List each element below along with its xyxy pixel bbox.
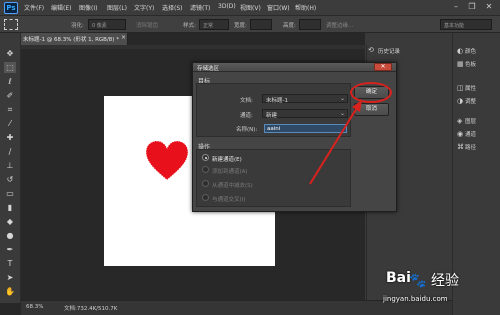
subtract-from-channel-radio[interactable]: [202, 180, 209, 187]
layers-panel-tab[interactable]: ◈ 图层: [457, 117, 476, 129]
height-label: 高度:: [283, 23, 296, 29]
color-panel-label: 颜色: [465, 49, 477, 55]
document-size: 文档:732.4K/510.7K: [64, 306, 118, 312]
menu-window[interactable]: 窗口(W): [267, 3, 290, 12]
eraser-tool-icon[interactable]: ▭: [4, 188, 16, 199]
paths-panel-label: 路径: [465, 145, 477, 151]
dialog-titlebar[interactable]: [193, 63, 396, 72]
menu-filter[interactable]: 滤镜(T): [190, 3, 210, 12]
marquee-tool-preset-icon[interactable]: [4, 19, 18, 30]
lasso-tool-icon[interactable]: ℓ: [4, 76, 16, 87]
paths-icon: ⌘: [457, 143, 464, 151]
adjustments-panel-label: 调整: [465, 99, 477, 105]
channels-icon: ◉: [457, 130, 464, 138]
document-select-value: 未标题-1: [266, 98, 288, 104]
healing-brush-tool-icon[interactable]: ✚: [4, 132, 16, 143]
adjust2-icon: ◑: [457, 97, 464, 105]
properties-panel-label: 属性: [465, 86, 477, 92]
document-tab-label: 未标题-1 @ 68.3% (形状 1, RGB/8) *: [23, 37, 119, 43]
watermark-brand-left: Bai: [386, 270, 411, 286]
menu-layer[interactable]: 图层(L): [107, 3, 127, 12]
menu-type[interactable]: 文字(Y): [134, 3, 154, 12]
style-select[interactable]: 正常: [199, 19, 229, 30]
eyedropper-tool-icon[interactable]: ⁄: [4, 118, 16, 129]
clone-stamp-tool-icon[interactable]: ⊥: [4, 160, 16, 171]
subtract-from-channel-label[interactable]: 从通道中减去(S): [212, 181, 253, 189]
menu-image[interactable]: 图像(I): [79, 3, 97, 12]
watermark-url: jingyan.baidu.com: [383, 295, 448, 303]
swatches-panel-label: 色板: [465, 62, 477, 68]
history-icon[interactable]: ⟲: [368, 46, 374, 54]
workspace-select[interactable]: 基本功能: [440, 19, 492, 30]
adjustments-panel-tab[interactable]: ◑ 调整: [457, 97, 476, 109]
adjust-icon: ◫: [457, 84, 464, 92]
menu-help[interactable]: 帮助(H): [295, 3, 316, 12]
height-input[interactable]: [299, 19, 321, 30]
menu-3d[interactable]: 3D(D): [218, 3, 236, 10]
width-input[interactable]: [250, 19, 272, 30]
menu-edit[interactable]: 编辑(E): [51, 3, 71, 12]
menu-view[interactable]: 视图(V): [240, 3, 261, 12]
layers-icon: ◈: [457, 117, 463, 125]
type-tool-icon[interactable]: T: [4, 258, 16, 269]
window-close-button[interactable]: ✕: [481, 1, 497, 13]
gradient-tool-icon[interactable]: ▮: [4, 202, 16, 213]
name-label: 名称(N):: [236, 127, 258, 133]
move-tool-icon[interactable]: ✥: [4, 48, 16, 59]
baidu-paw-icon: 🐾: [409, 273, 427, 289]
feather-label: 羽化:: [71, 23, 84, 29]
feather-input[interactable]: 0 像素: [88, 19, 126, 30]
layers-panel-label: 图层: [465, 119, 477, 125]
heart-shape[interactable]: [145, 140, 189, 182]
width-label: 宽度:: [234, 23, 247, 29]
dialog-close-button[interactable]: ✕: [374, 63, 392, 71]
properties-panel-tab[interactable]: ◫属性: [457, 84, 476, 96]
heart-shape-path: [145, 140, 189, 181]
channel-label: 通道:: [240, 113, 253, 119]
dialog-title: 存储选区: [197, 66, 220, 72]
crop-tool-icon[interactable]: ⌗: [4, 104, 16, 115]
menu-file[interactable]: 文件(F): [24, 3, 44, 12]
dodge-tool-icon[interactable]: ●: [4, 230, 16, 241]
intersect-channel-radio[interactable]: [202, 194, 209, 201]
menu-select[interactable]: 选择(S): [162, 3, 183, 12]
brush-tool-icon[interactable]: ∕: [4, 146, 16, 157]
add-to-channel-radio[interactable]: [202, 166, 209, 173]
pen-tool-icon[interactable]: ✒: [4, 244, 16, 255]
history-panel-label[interactable]: 历史记录: [378, 47, 400, 55]
minimize-button[interactable]: –: [448, 1, 464, 13]
color-panel-tab[interactable]: ◐ 颜色: [457, 47, 476, 59]
channel-select-value: 新建: [266, 113, 278, 119]
document-tab-close-icon[interactable]: ×: [121, 34, 126, 41]
annotation-arrow-line: [309, 105, 359, 185]
intersect-channel-label[interactable]: 与通道交叉(I): [212, 195, 245, 203]
watermark-brand-right: 经验: [431, 273, 459, 289]
antialias-checkbox[interactable]: 消除锯齿: [136, 21, 158, 29]
path-selection-tool-icon[interactable]: ➤: [4, 272, 16, 283]
new-channel-radio[interactable]: [202, 154, 209, 161]
document-label: 文档:: [240, 98, 253, 104]
style-label: 样式:: [183, 23, 196, 29]
new-channel-label[interactable]: 新建通道(E): [212, 155, 242, 163]
annotation-arrow: [309, 100, 362, 185]
panels-dock: [452, 33, 500, 315]
marquee-tool-icon[interactable]: ⬚: [4, 62, 16, 73]
swatches-icon: ▦: [457, 60, 464, 68]
quick-select-tool-icon[interactable]: ✐: [4, 90, 16, 101]
channels-panel-tab[interactable]: ◉ 通道: [457, 130, 476, 142]
history-brush-tool-icon[interactable]: ↺: [4, 174, 16, 185]
refine-edge-button[interactable]: 调整边缘...: [326, 21, 353, 29]
hand-tool-icon[interactable]: ✋: [4, 286, 16, 297]
color-icon: ◐: [457, 47, 464, 55]
swatches-panel-tab[interactable]: ▦色板: [457, 60, 476, 72]
annotation-arrow-head: [352, 100, 362, 112]
zoom-level[interactable]: 68.3%: [26, 304, 43, 310]
photoshop-logo: Ps: [4, 2, 18, 14]
restore-button[interactable]: ❐: [464, 1, 480, 13]
channels-panel-label: 通道: [465, 132, 477, 138]
add-to-channel-label[interactable]: 添加到通道(A): [212, 167, 248, 175]
blur-tool-icon[interactable]: ◆: [4, 216, 16, 227]
paths-panel-tab[interactable]: ⌘路径: [457, 143, 476, 155]
